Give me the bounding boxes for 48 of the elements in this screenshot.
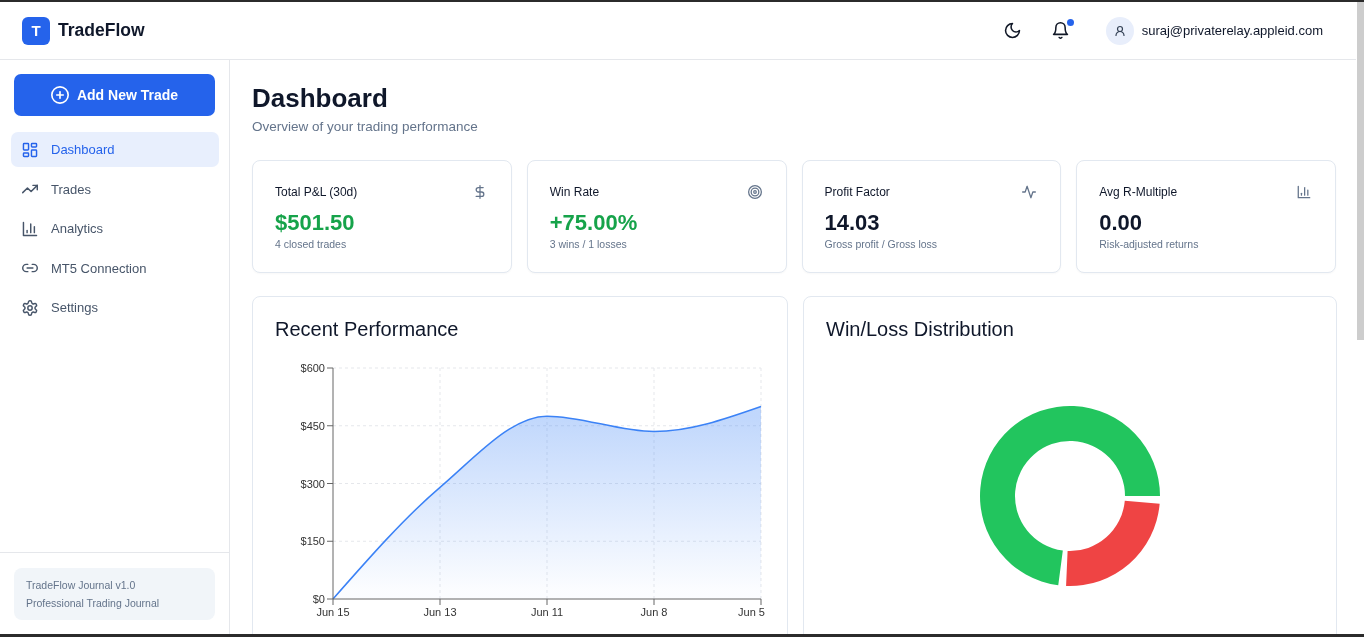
stat-caption: 3 wins / 1 losses — [549, 237, 628, 251]
plus-circle-icon — [50, 86, 69, 104]
scrollbar-thumb[interactable] — [1357, 2, 1364, 340]
stat-label: Avg R-Multiple — [1099, 184, 1178, 200]
stat-value: 0.00 — [1099, 210, 1144, 236]
app-name: TradeFlow — [58, 20, 145, 41]
logo-mark: T — [22, 16, 50, 45]
footer-text: TradeFlow Journal v1.0 — [26, 578, 137, 593]
grid-icon — [22, 141, 38, 158]
nav-item[interactable]: Trades — [11, 171, 219, 207]
stat-label: Win Rate — [549, 184, 600, 200]
user-avatar-icon — [1105, 16, 1134, 45]
add-trade-button[interactable]: Add New Trade — [14, 74, 215, 116]
stat-label: Profit Factor — [824, 184, 890, 200]
user-menu-button[interactable]: suraj@privaterelay.appleid.com — [1105, 16, 1323, 45]
moon-icon — [1004, 22, 1022, 39]
axis-tick-label: $600 — [300, 362, 325, 374]
pulse-icon — [1022, 185, 1037, 199]
axis-tick-label: $450 — [300, 419, 325, 432]
bar-chart-icon — [1297, 185, 1311, 199]
nav-item[interactable]: MT5 Connection — [11, 250, 219, 286]
axis-tick-label: Jun 13 — [423, 606, 457, 618]
axis-tick-label: $300 — [300, 477, 325, 490]
axis-tick-label: Jun 5 — [738, 606, 765, 618]
page-subtitle: Overview of your trading performance — [252, 118, 479, 136]
page-title: Dashboard — [252, 82, 389, 114]
bell-icon — [1052, 22, 1070, 39]
stat-value: $501.50 — [275, 210, 356, 236]
nav-item[interactable]: Analytics — [11, 211, 219, 246]
axis-tick-label: $0 — [312, 593, 325, 605]
stat-caption: 4 closed trades — [275, 237, 348, 251]
target-icon — [747, 185, 762, 199]
bar-chart-icon — [22, 220, 38, 237]
chart-title: Win/Loss Distribution — [826, 317, 1015, 341]
footer-text: Professional Trading Journal — [26, 596, 161, 611]
stat-caption: Gross profit / Gross loss — [824, 237, 939, 251]
stat-caption: Risk-adjusted returns — [1099, 237, 1200, 251]
settings-icon — [22, 299, 38, 316]
nav-item[interactable]: Settings — [11, 290, 219, 325]
chart-title: Recent Performance — [275, 317, 460, 341]
stat-value: +75.00% — [549, 210, 639, 236]
stat-label: Total P&L (30d) — [275, 184, 358, 200]
axis-tick-label: $150 — [300, 535, 325, 548]
nav-item[interactable]: Dashboard — [11, 132, 219, 167]
stat-value: 14.03 — [824, 210, 881, 236]
axis-tick-label: Jun 8 — [640, 606, 668, 618]
axis-tick-label: Jun 11 — [530, 606, 564, 618]
axis-tick-label: Jun 15 — [316, 606, 350, 618]
